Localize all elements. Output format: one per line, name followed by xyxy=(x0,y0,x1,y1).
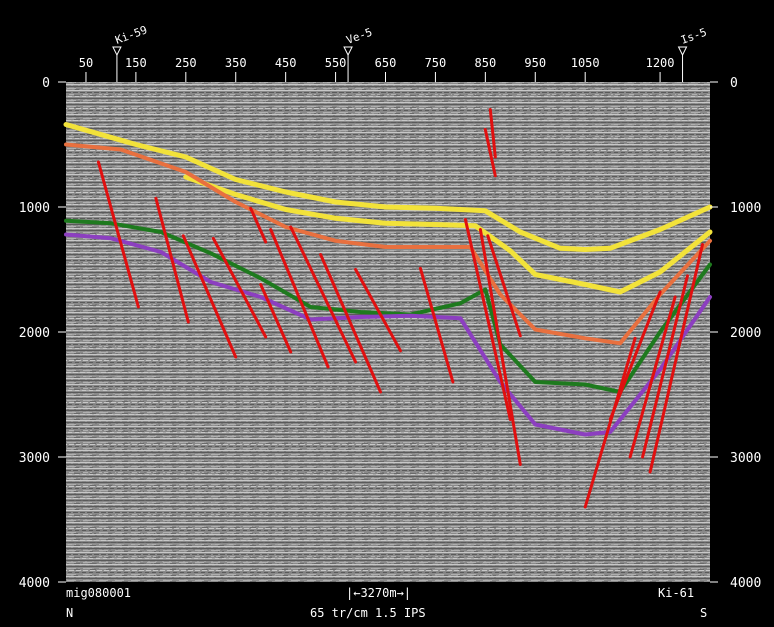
trace-tick-label: 50 xyxy=(79,56,93,70)
time-tick-label-right: 2000 xyxy=(730,326,761,341)
trace-tick-label: 750 xyxy=(425,56,447,70)
trace-tick-label: 450 xyxy=(275,56,297,70)
well-marker-icon xyxy=(343,46,353,57)
well-marker-icon xyxy=(112,46,122,57)
trace-tick-label: 850 xyxy=(475,56,497,70)
direction-right: S xyxy=(700,606,708,620)
time-tick-label-left: 1000 xyxy=(19,201,50,216)
time-tick-label-right: 0 xyxy=(730,76,738,91)
end-well-label: Ki-61 xyxy=(658,586,695,600)
seismic-panel xyxy=(66,82,710,582)
wells-layer: Ki-59 Ve-5 Is-5 xyxy=(112,23,708,82)
well-marker-icon xyxy=(677,46,688,57)
line-name: mig080001 xyxy=(66,586,132,600)
time-tick-label-left: 4000 xyxy=(19,576,50,591)
scale-bar: |←3270m→| xyxy=(346,586,412,600)
trace-tick-label: 950 xyxy=(524,56,546,70)
seismic-section-svg: 50 150 250 350 450 550 650 750 850 950 1050 1200 0 0 1… xyxy=(19,23,762,591)
time-tick-label-right: 1000 xyxy=(730,201,761,216)
seismic-section-display: 50 150 250 350 450 550 650 750 850 950 1050 1200 0 0 1… xyxy=(0,0,774,623)
seismic-noise xyxy=(66,82,710,582)
display-params: 65 tr/cm 1.5 IPS xyxy=(310,606,426,620)
trace-tick-label: 350 xyxy=(225,56,247,70)
time-tick-label-right: 4000 xyxy=(730,576,761,591)
trace-tick-label: 550 xyxy=(325,56,347,70)
trace-tick-label: 650 xyxy=(375,56,397,70)
trace-tick-label: 1050 xyxy=(571,56,600,70)
trace-tick-label: 150 xyxy=(125,56,147,70)
well-label: Is-5 xyxy=(679,26,708,47)
well-label: Ki-59 xyxy=(114,23,150,47)
time-tick-label-left: 3000 xyxy=(19,451,50,466)
well-label: Ve-5 xyxy=(345,26,374,47)
time-tick-label-right: 3000 xyxy=(730,451,761,466)
trace-tick-label: 250 xyxy=(175,56,197,70)
time-tick-label-left: 0 xyxy=(42,76,50,91)
trace-tick-label: 1200 xyxy=(646,56,675,70)
direction-left: N xyxy=(66,606,74,620)
time-tick-label-left: 2000 xyxy=(19,326,50,341)
